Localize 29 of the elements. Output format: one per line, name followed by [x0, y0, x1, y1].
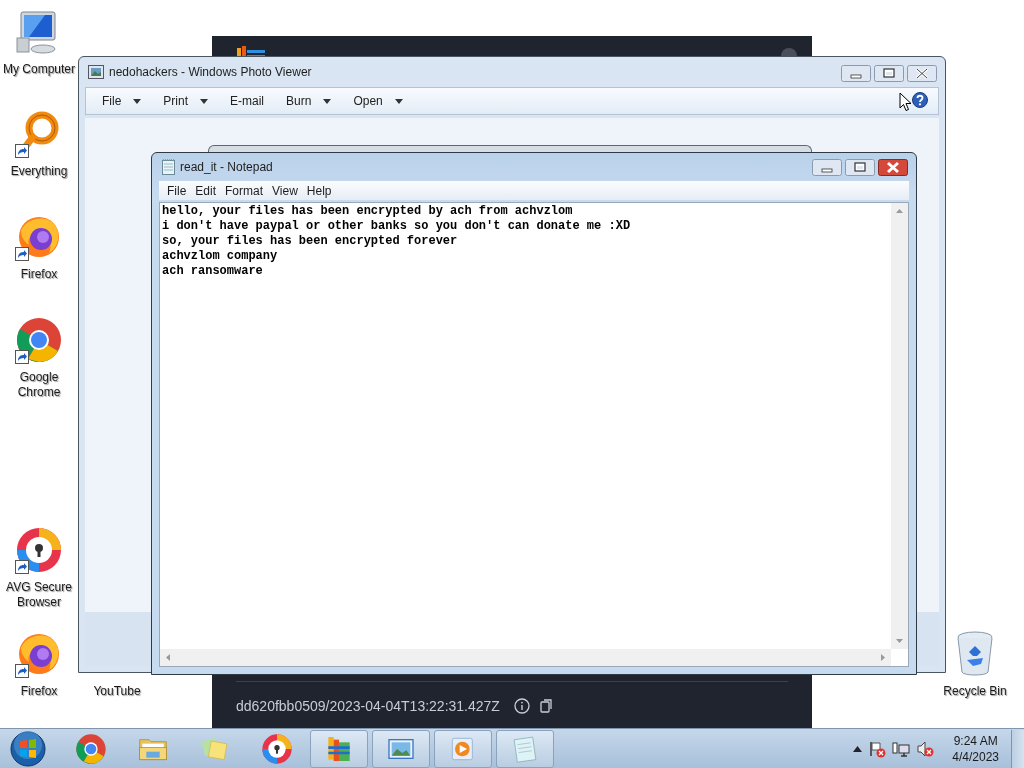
menu-item[interactable]: View [268, 183, 303, 198]
menu-item[interactable]: Open [353, 94, 403, 108]
text-line: so, your files has been encrypted forever [162, 234, 459, 249]
icon-label[interactable]: Google Chrome [1, 370, 77, 400]
menu-item[interactable]: Print [163, 94, 209, 108]
text-line: achvzlom company [162, 249, 279, 264]
text-line: ach ransomware [162, 264, 264, 279]
menu-item[interactable]: Help [302, 183, 337, 198]
icon-label[interactable]: My Computer [1, 62, 77, 77]
icon-label[interactable]: Everything [1, 164, 77, 179]
footer-text: dd620fbb0509/2023-04-04T13:22:31.427Z [236, 698, 500, 714]
clock-time[interactable]: 9:24 AM [953, 732, 998, 749]
icon-label[interactable]: Firefox [1, 684, 77, 699]
menu-item[interactable]: Burn [286, 94, 332, 108]
icon-label[interactable]: Firefox [1, 267, 77, 282]
icon-label[interactable]: YouTube [79, 684, 155, 699]
text-area[interactable]: hello, your files has been encrypted by ach from achvzlom i don't have paypal or other banks so you don't can donate me :XD so, your files has been encrypted forever achvzlom company ach ransomware [159, 202, 909, 667]
clock-date[interactable]: 4/4/2023 [952, 748, 999, 765]
window-title: read_it - Notepad [180, 160, 274, 174]
icon-label[interactable]: Recycle Bin [937, 684, 1013, 699]
menu-item[interactable]: E-mail [230, 94, 265, 108]
window-title: nedohackers - Windows Photo Viewer [109, 65, 313, 79]
icon-label[interactable]: AVG Secure Browser [1, 580, 77, 610]
menu-item[interactable]: Format [221, 183, 269, 198]
menu-item[interactable]: Edit [191, 183, 222, 198]
menu-item[interactable]: File [102, 94, 142, 108]
text-line: hello, your files has been encrypted by ach from achvzlom [162, 204, 574, 219]
text-line: i don't have paypal or other banks so you don't can donate me :XD [162, 219, 632, 234]
menu-item[interactable]: File [163, 183, 192, 198]
